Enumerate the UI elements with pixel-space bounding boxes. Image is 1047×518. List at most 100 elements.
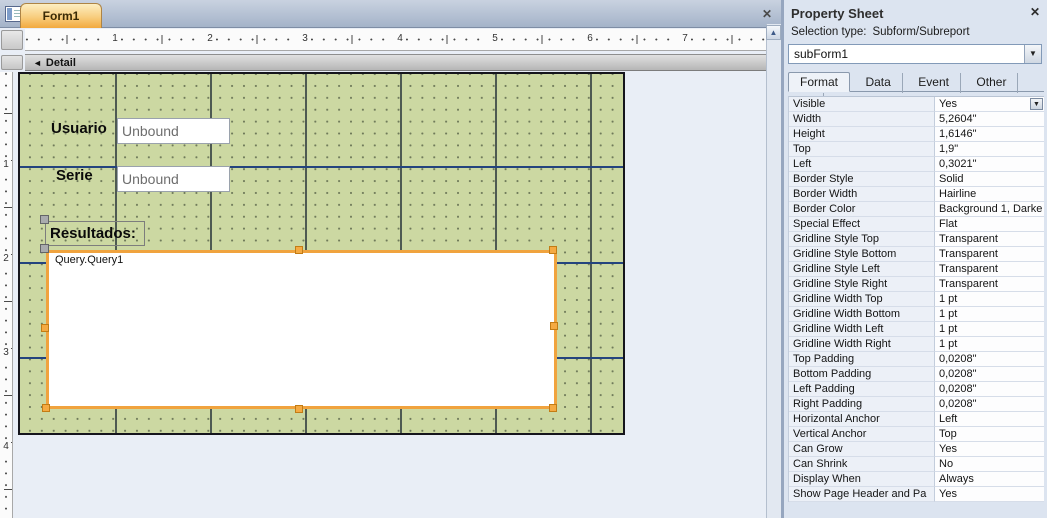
property-value-text: Left xyxy=(939,413,958,425)
section-selector-box[interactable] xyxy=(1,55,23,70)
property-value[interactable]: 1 pt xyxy=(935,337,1044,352)
property-value[interactable]: Yes xyxy=(935,442,1044,457)
property-value[interactable]: Solid xyxy=(935,172,1044,187)
resize-handle-bottom-left[interactable] xyxy=(42,404,50,412)
property-value[interactable]: 1,9" xyxy=(935,142,1044,157)
property-value[interactable]: 5,2604" xyxy=(935,112,1044,127)
grid-row-line xyxy=(20,166,623,168)
property-row: Border Color Background 1, Darke xyxy=(789,202,1044,217)
property-value-text: Always xyxy=(939,473,974,485)
property-value[interactable]: 1 pt xyxy=(935,322,1044,337)
property-tab[interactable]: Other xyxy=(965,73,1019,93)
property-row: Vertical Anchor Top xyxy=(789,427,1044,442)
property-value[interactable]: Yes xyxy=(935,487,1044,502)
property-value[interactable]: 1 pt xyxy=(935,292,1044,307)
property-name: Gridline Width Top xyxy=(789,292,935,307)
property-name: Can Grow xyxy=(789,442,935,457)
property-name: Top Padding xyxy=(789,352,935,367)
property-value[interactable]: Top xyxy=(935,427,1044,442)
property-value[interactable]: 0,0208" xyxy=(935,352,1044,367)
property-tab[interactable]: Event xyxy=(907,73,961,93)
object-selector-combo[interactable]: subForm1 ▼ xyxy=(788,44,1042,64)
property-value[interactable]: Flat xyxy=(935,217,1044,232)
resize-handle-left[interactable] xyxy=(41,324,49,332)
label-usuario[interactable]: Usuario xyxy=(51,120,107,137)
resize-handle-top[interactable] xyxy=(295,246,303,254)
resize-handle-top-right[interactable] xyxy=(549,246,557,254)
property-value[interactable]: No xyxy=(935,457,1044,472)
property-row: Gridline Width Top 1 pt xyxy=(789,292,1044,307)
property-value-text: Transparent xyxy=(939,233,998,245)
detail-section-bar[interactable]: ◄ Detail xyxy=(25,54,766,71)
property-value[interactable]: 0,0208" xyxy=(935,382,1044,397)
property-value[interactable]: 1,6146" xyxy=(935,127,1044,142)
property-row: Left 0,3021" xyxy=(789,157,1044,172)
property-name: Gridline Style Bottom xyxy=(789,247,935,262)
property-value[interactable]: Transparent xyxy=(935,277,1044,292)
property-value-text: Yes xyxy=(939,443,957,455)
property-value-text: 1,6146" xyxy=(939,128,977,140)
scroll-up-icon[interactable]: ▲ xyxy=(766,25,781,40)
horizontal-ruler[interactable]: 1 2 3 4 5 6 7 xyxy=(25,29,766,51)
property-name: Border Width xyxy=(789,187,935,202)
property-row: Border Style Solid xyxy=(789,172,1044,187)
property-value[interactable]: 0,0208" xyxy=(935,367,1044,382)
property-value[interactable]: 0,3021" xyxy=(935,157,1044,172)
chevron-down-icon[interactable]: ▼ xyxy=(1024,45,1041,63)
ruler-number: 3 xyxy=(299,33,311,44)
property-value-text: 0,3021" xyxy=(939,158,977,170)
property-value-text: Background 1, Darke xyxy=(939,203,1043,215)
ruler-number: 2 xyxy=(1,253,11,264)
label-serie[interactable]: Serie xyxy=(56,167,93,184)
property-value[interactable]: 0,0208" xyxy=(935,397,1044,412)
property-value-text: Top xyxy=(939,428,957,440)
close-icon[interactable]: ✕ xyxy=(1028,5,1042,19)
subform-control[interactable]: Query.Query1 xyxy=(46,250,557,409)
property-name: Vertical Anchor xyxy=(789,427,935,442)
property-row: Can Grow Yes xyxy=(789,442,1044,457)
resize-handle-right[interactable] xyxy=(550,322,558,330)
ruler-number: 2 xyxy=(204,33,216,44)
property-row: Gridline Style Top Transparent xyxy=(789,232,1044,247)
property-row: Right Padding 0,0208" xyxy=(789,397,1044,412)
property-value[interactable]: Always xyxy=(935,472,1044,487)
property-sheet-panel: Property Sheet ✕ Selection type: Subform/… xyxy=(784,0,1047,518)
vertical-scrollbar[interactable] xyxy=(766,24,781,518)
section-collapse-icon[interactable]: ◄ xyxy=(33,58,42,68)
property-value[interactable]: Transparent xyxy=(935,247,1044,262)
property-name: Border Color xyxy=(789,202,935,217)
label-resultados[interactable]: Resultados: xyxy=(45,221,145,246)
property-tab[interactable]: Data xyxy=(854,73,903,93)
property-row: Gridline Width Bottom 1 pt xyxy=(789,307,1044,322)
form-design-grid[interactable]: Usuario Unbound Serie Unbound Resultados… xyxy=(18,72,625,435)
property-name: Right Padding xyxy=(789,397,935,412)
property-value[interactable]: Background 1, Darke xyxy=(935,202,1044,217)
property-name: Show Page Header and Pa xyxy=(789,487,935,502)
property-value[interactable]: 1 pt xyxy=(935,307,1044,322)
tab-form1[interactable]: Form1 xyxy=(20,3,102,28)
move-handle[interactable] xyxy=(40,215,49,224)
property-grid: Visible Yes ▼ Width 5,2604" Height 1,614… xyxy=(788,96,1044,502)
selection-type: Selection type: Subform/Subreport xyxy=(791,26,970,38)
property-value[interactable]: Hairline xyxy=(935,187,1044,202)
close-icon[interactable]: ✕ xyxy=(759,6,775,22)
textbox-serie[interactable]: Unbound xyxy=(117,166,230,192)
ruler-number: 5 xyxy=(489,33,501,44)
ruler-number: 1 xyxy=(1,159,11,170)
property-row: Gridline Width Left 1 pt xyxy=(789,322,1044,337)
move-handle[interactable] xyxy=(40,244,49,253)
resize-handle-bottom-right[interactable] xyxy=(549,404,557,412)
property-value[interactable]: Transparent xyxy=(935,262,1044,277)
textbox-usuario[interactable]: Unbound xyxy=(117,118,230,144)
chevron-down-icon[interactable]: ▼ xyxy=(1030,98,1043,110)
vertical-ruler[interactable]: 1 2 3 4 xyxy=(0,72,13,518)
property-sheet-title: Property Sheet xyxy=(791,6,884,21)
property-name: Width xyxy=(789,112,935,127)
property-value[interactable]: Transparent xyxy=(935,232,1044,247)
form-selector-box[interactable] xyxy=(1,30,23,50)
property-tab[interactable]: Format xyxy=(788,72,851,92)
property-value[interactable]: Left xyxy=(935,412,1044,427)
property-row: Horizontal Anchor Left xyxy=(789,412,1044,427)
resize-handle-bottom[interactable] xyxy=(295,405,303,413)
property-value[interactable]: Yes ▼ xyxy=(935,97,1044,112)
